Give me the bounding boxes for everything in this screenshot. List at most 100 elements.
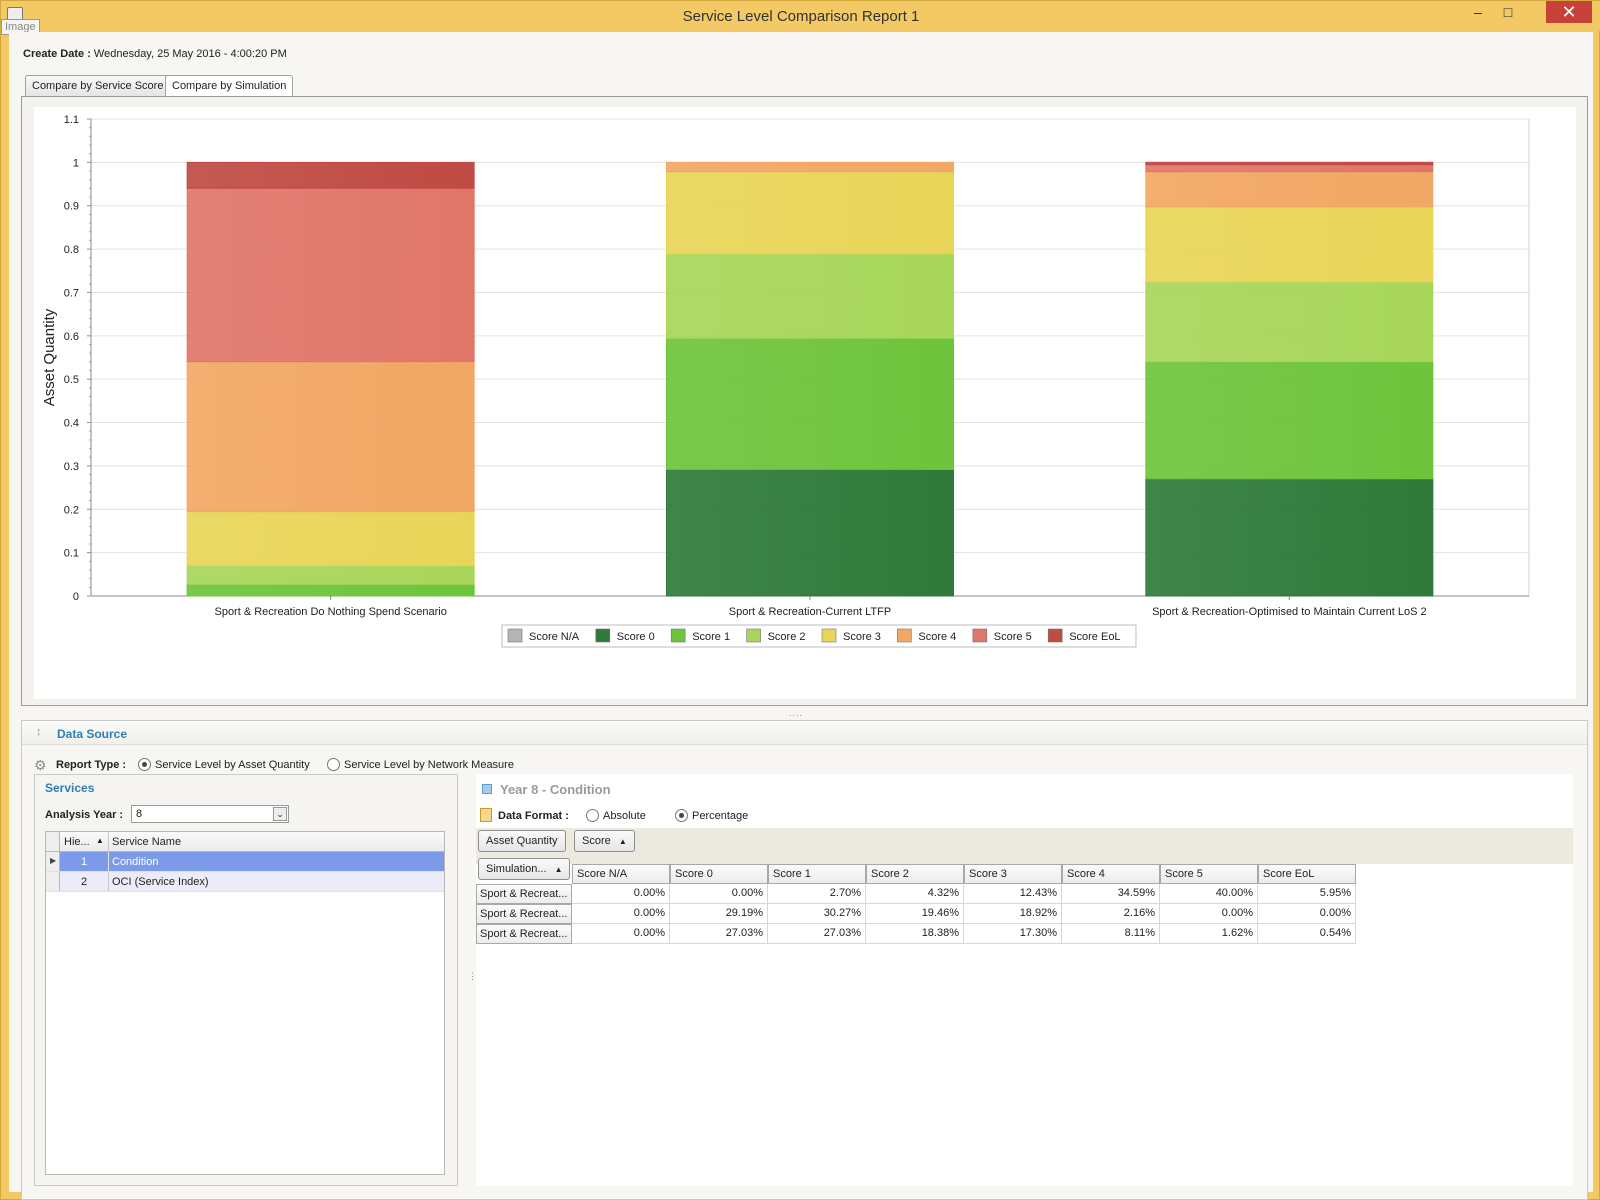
close-button[interactable]: ✕ — [1546, 1, 1592, 23]
data-source-title: Data Source — [57, 727, 128, 741]
tab-compare-by-service-score[interactable]: Compare by Service Score — [25, 75, 171, 97]
maximize-button[interactable]: □ — [1493, 1, 1523, 23]
pivot-column-header[interactable]: Score 5 — [1160, 864, 1258, 884]
bar-segment — [666, 161, 954, 173]
x-tick-label: Sport & Recreation Do Nothing Spend Scen… — [214, 606, 446, 618]
pivot-row-header[interactable]: Sport & Recreat... — [476, 924, 572, 944]
x-tick-label: Sport & Recreation-Current LTFP — [729, 606, 891, 618]
pivot-cell[interactable]: 2.16% — [1062, 904, 1160, 924]
column-header-service-name[interactable]: Service Name — [112, 836, 181, 848]
legend-label: Score EoL — [1069, 631, 1120, 643]
pivot-cell[interactable]: 12.43% — [964, 884, 1062, 904]
radio-percentage-label[interactable]: Percentage — [692, 810, 748, 822]
column-divider[interactable] — [108, 832, 109, 851]
data-format-icon — [480, 808, 492, 822]
bar-segment — [186, 361, 475, 513]
bar-segment — [1145, 478, 1434, 597]
pivot-cell[interactable]: 29.19% — [670, 904, 768, 924]
analysis-year-select[interactable]: 8 ⌄ — [131, 805, 289, 823]
radio-percentage[interactable] — [675, 809, 688, 822]
x-tick-label: Sport & Recreation-Optimised to Maintain… — [1152, 606, 1427, 618]
radio-network-measure[interactable] — [327, 758, 340, 771]
legend-swatch — [972, 628, 988, 643]
pivot-row-header[interactable]: Sport & Recreat... — [476, 884, 572, 904]
collapse-icon[interactable]: ↕ — [36, 726, 48, 739]
pivot-cell[interactable]: 0.00% — [572, 884, 670, 904]
y-tick-label: 0.3 — [64, 461, 79, 473]
table-row[interactable]: ▶ 1 Condition — [46, 852, 444, 872]
pivot-row-header[interactable]: Sport & Recreat... — [476, 904, 572, 924]
pivot-cell[interactable]: 30.27% — [768, 904, 866, 924]
pivot-cell[interactable]: 5.95% — [1258, 884, 1356, 904]
pivot-column-header[interactable]: Score 1 — [768, 864, 866, 884]
pivot-cell[interactable]: 4.32% — [866, 884, 964, 904]
column-divider — [108, 852, 109, 871]
radio-absolute-label[interactable]: Absolute — [603, 810, 646, 822]
pivot-cell[interactable]: 0.00% — [1160, 904, 1258, 924]
services-grid: Hie... ▲ Service Name ▶ 1 Condition 2 OC… — [45, 831, 445, 1175]
pivot-column-header[interactable]: Score 4 — [1062, 864, 1160, 884]
legend-label: Score 2 — [768, 631, 806, 643]
row-service-name: OCI (Service Index) — [112, 876, 209, 888]
pivot-cell[interactable]: 18.92% — [964, 904, 1062, 924]
table-row[interactable]: 2 OCI (Service Index) — [46, 872, 444, 892]
y-tick-label: 0.7 — [64, 287, 79, 299]
y-tick-label: 1 — [73, 157, 79, 169]
pivot-cell[interactable]: 0.54% — [1258, 924, 1356, 944]
bar-segment — [666, 468, 954, 597]
pivot-title: Year 8 - Condition — [500, 782, 611, 797]
row-indicator — [46, 872, 60, 891]
y-tick-label: 0.6 — [64, 331, 79, 343]
row-field-button[interactable]: Simulation... ▲ — [478, 858, 570, 880]
radio-absolute[interactable] — [586, 809, 599, 822]
pivot-cell[interactable]: 0.00% — [572, 924, 670, 944]
row-hierarchy: 1 — [80, 856, 88, 868]
pivot-cell[interactable]: 27.03% — [768, 924, 866, 944]
pivot-cell[interactable]: 2.70% — [768, 884, 866, 904]
report-window: Image Service Level Comparison Report 1 … — [0, 0, 1600, 1200]
data-source-header[interactable]: ↕ Data Source — [22, 721, 1587, 745]
pivot-cell[interactable]: 0.00% — [670, 884, 768, 904]
pivot-column-header[interactable]: Score N/A — [572, 864, 670, 884]
pivot-column-header[interactable]: Score 3 — [964, 864, 1062, 884]
pivot-cell[interactable]: 27.03% — [670, 924, 768, 944]
legend-swatch — [821, 628, 837, 643]
minimize-button[interactable]: – — [1463, 1, 1493, 23]
data-field-button[interactable]: Asset Quantity — [478, 830, 566, 852]
pivot-cell[interactable]: 17.30% — [964, 924, 1062, 944]
pivot-cell[interactable]: 40.00% — [1160, 884, 1258, 904]
pivot-column-header[interactable]: Score 2 — [866, 864, 964, 884]
radio-network-measure-label[interactable]: Service Level by Network Measure — [344, 759, 514, 771]
pivot-cell[interactable]: 18.38% — [866, 924, 964, 944]
pivot-cell[interactable]: 8.11% — [1062, 924, 1160, 944]
bar-segment — [1145, 164, 1434, 173]
column-field-button[interactable]: Score ▲ — [574, 830, 635, 852]
panel-square-icon — [482, 784, 492, 794]
splitter-handle[interactable]: .... — [789, 708, 803, 718]
pivot-cell[interactable]: 19.46% — [866, 904, 964, 924]
chart-panel: 0 0.1 0.2 0.3 0.4 0.5 0.6 0.7 0.8 0.9 1 1.1 Asset Qu… — [21, 96, 1588, 706]
legend-swatch — [507, 628, 523, 643]
pivot-cell[interactable]: 0.00% — [1258, 904, 1356, 924]
y-tick-label: 0.5 — [64, 374, 79, 386]
pivot-cell[interactable]: 1.62% — [1160, 924, 1258, 944]
tab-compare-by-simulation[interactable]: Compare by Simulation — [165, 75, 294, 98]
bar-segment — [1145, 171, 1434, 208]
radio-asset-quantity-label[interactable]: Service Level by Asset Quantity — [155, 759, 310, 771]
bar-segment — [666, 171, 954, 255]
y-tick-label: 0.4 — [64, 418, 79, 430]
legend-label: Score 0 — [617, 631, 655, 643]
pivot-cell[interactable]: 0.00% — [572, 904, 670, 924]
pivot-column-header[interactable]: Score 0 — [670, 864, 768, 884]
bar-segment — [666, 337, 954, 470]
y-tick-label: 1.1 — [64, 114, 79, 126]
legend-swatch — [746, 628, 761, 643]
row-indicator-header — [46, 832, 60, 851]
radio-asset-quantity[interactable] — [138, 758, 151, 771]
pivot-cell[interactable]: 34.59% — [1062, 884, 1160, 904]
y-tick-label: 0.9 — [64, 201, 79, 213]
row-service-name: Condition — [112, 856, 159, 868]
chevron-down-icon[interactable]: ⌄ — [273, 807, 287, 821]
column-header-hierarchy[interactable]: Hie... — [64, 836, 92, 848]
pivot-column-header[interactable]: Score EoL — [1258, 864, 1356, 884]
